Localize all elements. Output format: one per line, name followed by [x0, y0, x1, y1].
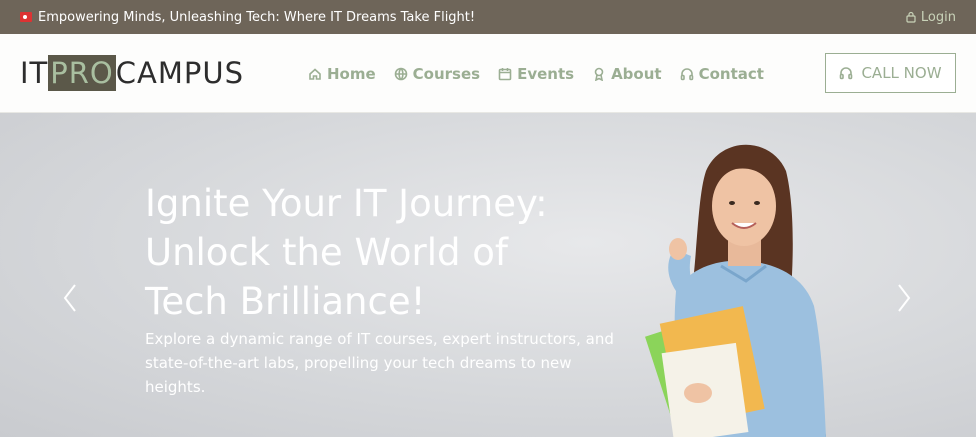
top-announcement-bar: Empowering Minds, Unleashing Tech: Where…: [0, 0, 976, 34]
student-image: [645, 144, 826, 437]
hero-title-line: Tech Brilliance!: [145, 280, 426, 323]
headphones-icon: [840, 67, 853, 80]
hero-title: Ignite Your IT Journey: Unlock the World…: [145, 179, 625, 326]
call-now-label: CALL NOW: [861, 64, 942, 82]
nav-item-label: Courses: [412, 64, 481, 83]
hero-title-line: Unlock the World of: [145, 231, 508, 274]
nav-item-courses[interactable]: Courses: [394, 65, 480, 83]
logo-text-campus: CAMPUS: [115, 56, 244, 90]
login-link[interactable]: Login: [905, 10, 956, 25]
site-logo[interactable]: IT PRO CAMPUS: [20, 54, 244, 92]
nav-item-about[interactable]: About: [592, 65, 662, 83]
nav-item-contact[interactable]: Contact: [680, 65, 764, 83]
flag-icon: [20, 12, 32, 22]
chevron-right-icon: [898, 284, 911, 312]
logo-text-it: IT: [20, 56, 49, 90]
nav-item-label: Events: [517, 64, 575, 83]
hero-title-line: Ignite Your IT Journey:: [145, 182, 548, 225]
lock-icon: [906, 11, 916, 23]
nav-item-label: Contact: [698, 64, 764, 83]
award-icon: [594, 67, 604, 81]
nav-item-home[interactable]: Home: [308, 65, 376, 83]
hero-carousel: Ignite Your IT Journey: Unlock the World…: [0, 113, 976, 437]
carousel-prev-button[interactable]: [60, 281, 80, 315]
nav-item-label: Home: [327, 64, 376, 83]
globe-icon: [394, 67, 407, 80]
nav-item-events[interactable]: Events: [498, 65, 574, 83]
main-nav: Home Courses Events About Contact: [308, 34, 764, 113]
tagline-text: Empowering Minds, Unleashing Tech: Where…: [38, 9, 476, 25]
hero-description: Explore a dynamic range of IT courses, e…: [145, 330, 614, 396]
carousel-next-button[interactable]: [894, 281, 914, 315]
nav-item-label: About: [611, 64, 662, 83]
headphones-icon: [680, 67, 693, 80]
login-label: Login: [920, 9, 956, 25]
call-now-button[interactable]: CALL NOW: [825, 53, 956, 93]
calendar-icon: [498, 67, 512, 80]
site-header: IT PRO CAMPUS Home Courses Events About …: [0, 34, 976, 113]
chevron-left-icon: [63, 284, 76, 312]
logo-text-pro: PRO: [48, 55, 116, 91]
tagline-group: Empowering Minds, Unleashing Tech: Where…: [20, 10, 475, 25]
home-icon: [309, 67, 321, 80]
